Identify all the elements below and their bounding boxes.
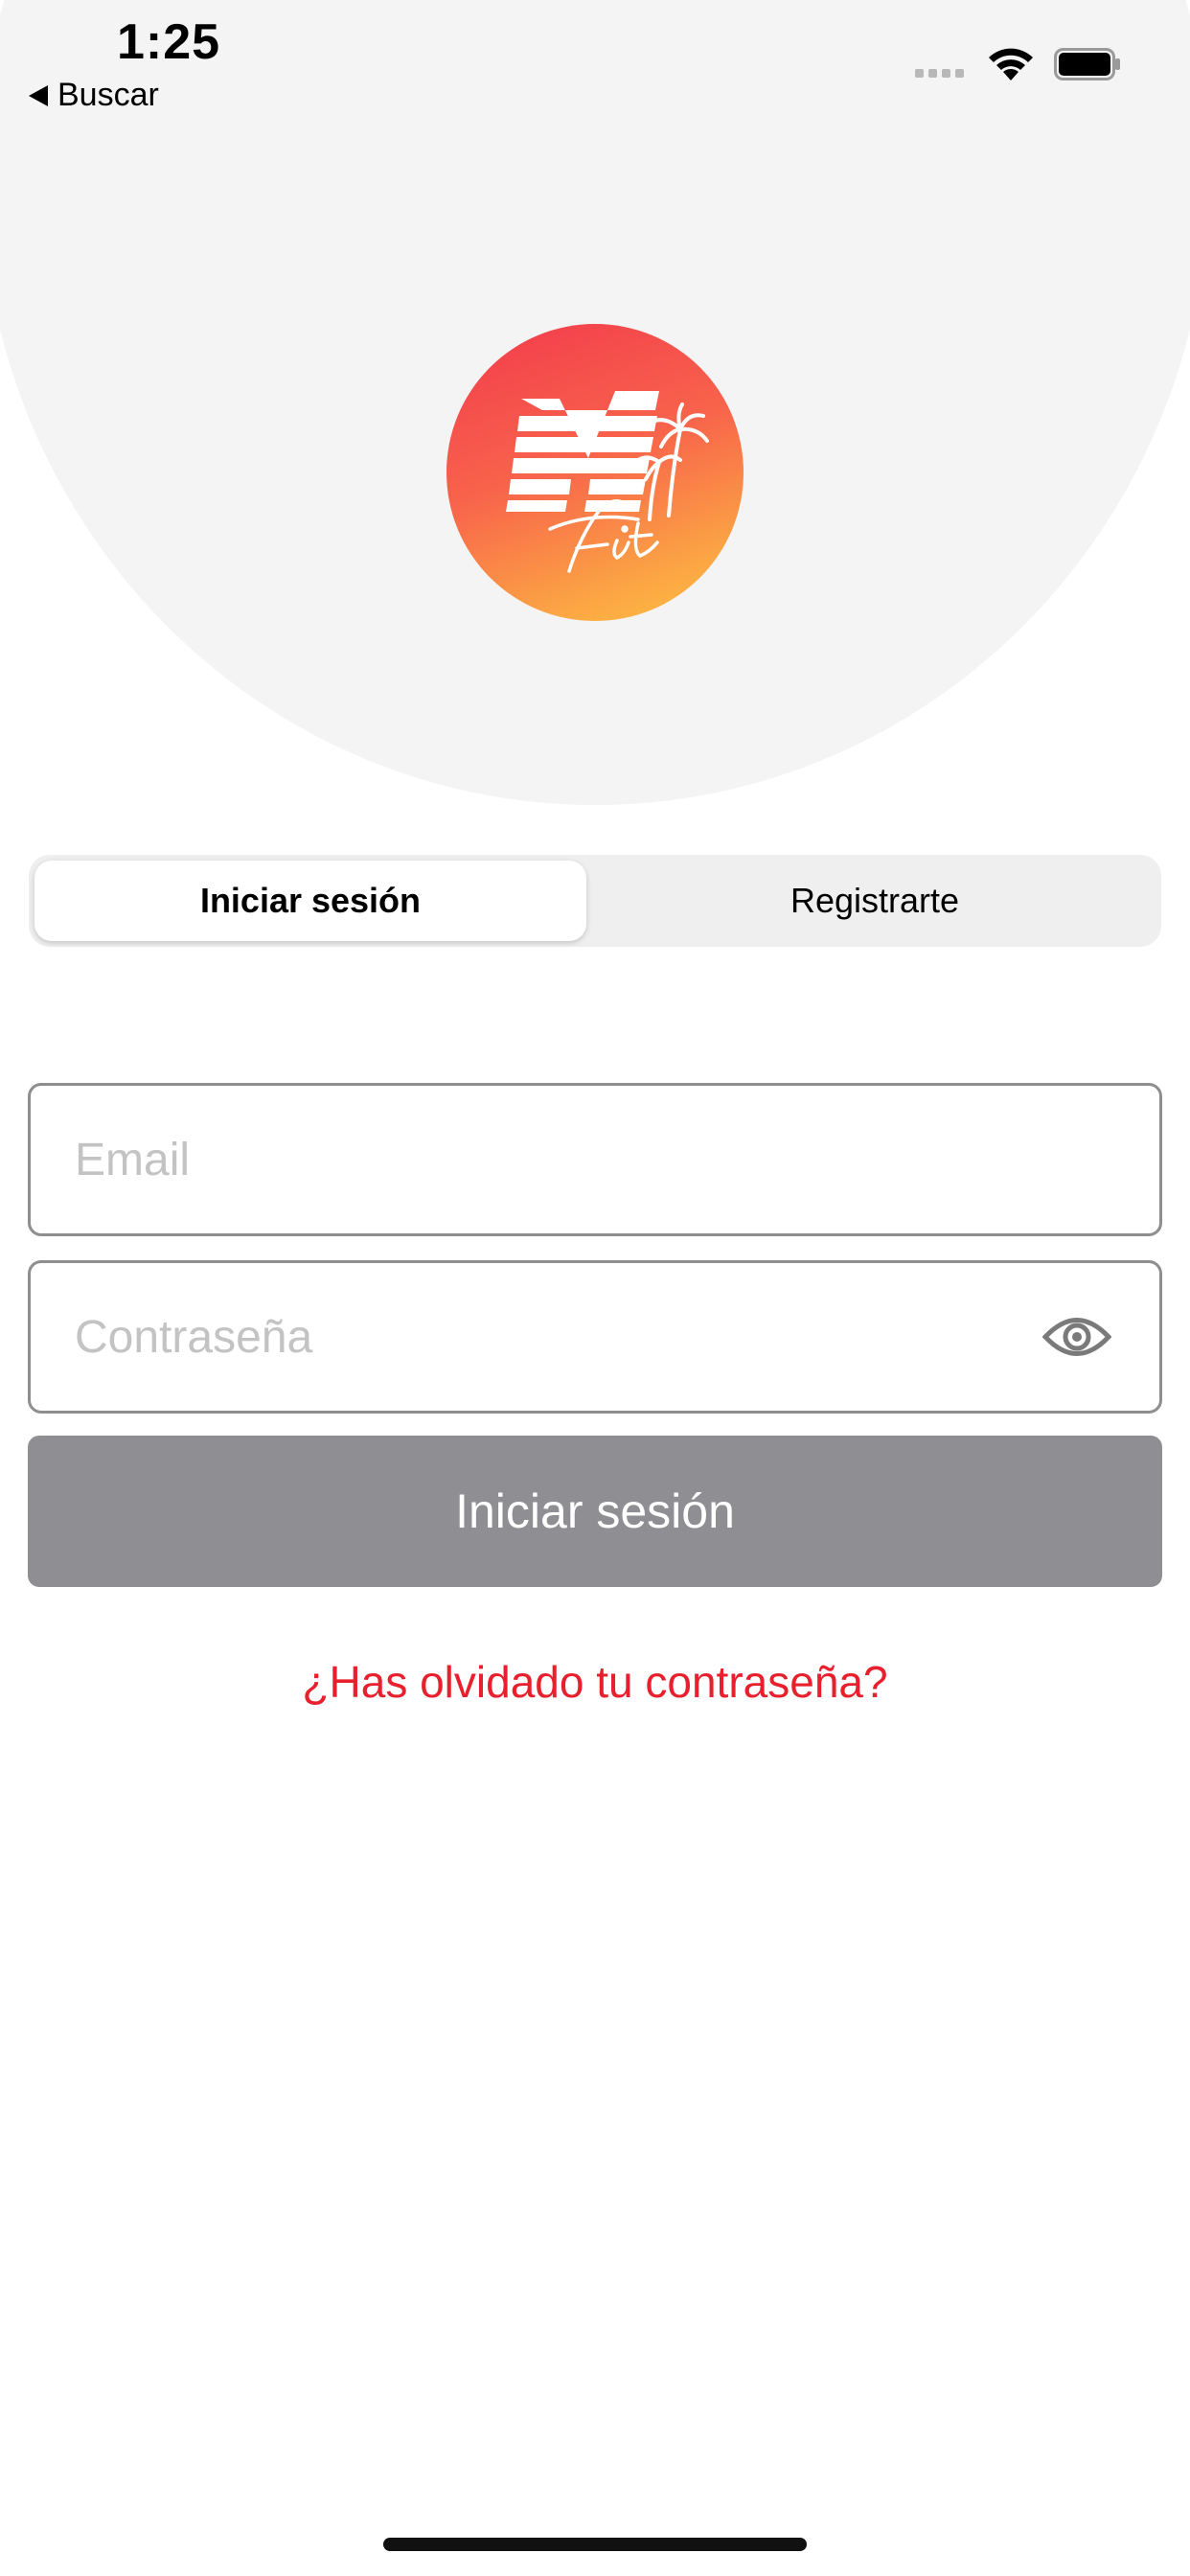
back-arrow-icon (29, 84, 48, 106)
auth-mode-segmented-control: Iniciar sesión Registrarte (29, 855, 1161, 947)
home-indicator (383, 2538, 807, 2551)
email-input[interactable] (75, 1086, 1014, 1233)
wifi-icon (989, 48, 1033, 80)
app-logo (446, 324, 744, 621)
battery-icon (1054, 48, 1120, 80)
login-submit-button[interactable]: Iniciar sesión (28, 1436, 1162, 1587)
email-field-container (28, 1083, 1162, 1236)
tab-login[interactable]: Iniciar sesión (34, 861, 586, 941)
login-screen: 1:25 Buscar Iniciar sesión Registrarte E… (0, 0, 1190, 2576)
password-field-container (28, 1260, 1162, 1414)
cellular-signal-icon (915, 69, 964, 78)
show-password-eye-icon[interactable] (1042, 1309, 1111, 1365)
status-time: 1:25 (117, 14, 221, 70)
back-label: Buscar (57, 77, 159, 113)
back-to-search-button[interactable]: Buscar (29, 77, 159, 114)
tab-register[interactable]: Registrarte (594, 861, 1156, 941)
password-input[interactable] (75, 1263, 1014, 1411)
forgot-password-link[interactable]: ¿Has olvidado tu contraseña? (0, 1656, 1190, 1708)
